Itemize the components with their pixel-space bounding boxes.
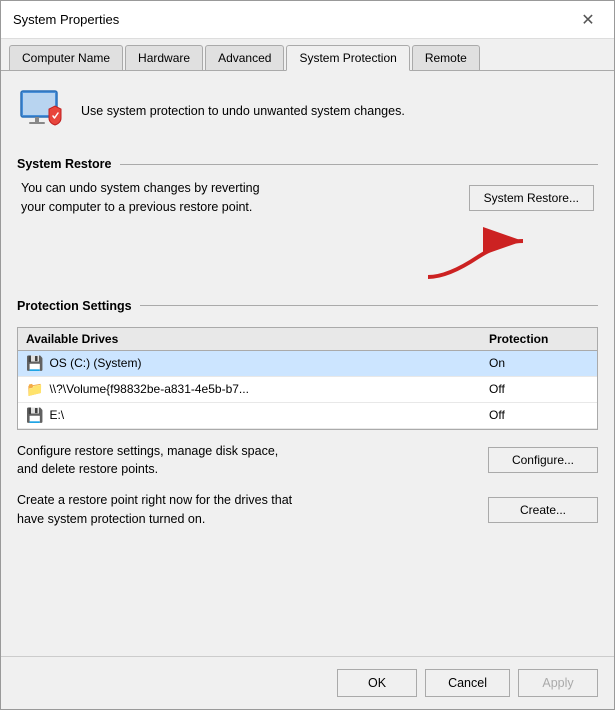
ok-button[interactable]: OK [337,669,417,697]
col-header-drives: Available Drives [26,332,489,346]
arrow-icon [418,227,538,287]
configure-row: Configure restore settings, manage disk … [17,442,598,480]
drive-protection-1: Off [489,382,589,396]
window-title: System Properties [13,12,119,27]
drives-table: Available Drives Protection 💾 OS (C:) (S… [17,327,598,430]
table-row[interactable]: 💾 E:\ Off [18,403,597,429]
system-restore-description: You can undo system changes by reverting… [21,179,457,217]
close-button[interactable]: ✕ [574,6,602,34]
drive-name-2: 💾 E:\ [26,407,489,424]
create-row: Create a restore point right now for the… [17,491,598,529]
system-restore-header: System Restore [17,157,598,171]
footer: OK Cancel Apply [1,656,614,709]
arrow-area [17,227,598,287]
tab-hardware[interactable]: Hardware [125,45,203,70]
protection-settings-title: Protection Settings [17,299,132,313]
drive-protection-2: Off [489,408,589,422]
table-header: Available Drives Protection [18,328,597,351]
configure-button[interactable]: Configure... [488,447,598,473]
cancel-button[interactable]: Cancel [425,669,510,697]
title-bar: System Properties ✕ [1,1,614,39]
tab-bar: Computer Name Hardware Advanced System P… [1,39,614,71]
info-text: Use system protection to undo unwanted s… [81,102,405,121]
drive-icon-0: 💾 [26,355,43,372]
create-button[interactable]: Create... [488,497,598,523]
protection-settings-section: Protection Settings Available Drives Pro… [17,299,598,529]
tab-computer-name[interactable]: Computer Name [9,45,123,70]
system-restore-box: You can undo system changes by reverting… [17,177,598,219]
content-area: Use system protection to undo unwanted s… [1,71,614,656]
tab-remote[interactable]: Remote [412,45,480,70]
section-divider [120,164,599,165]
tab-advanced[interactable]: Advanced [205,45,284,70]
drive-name-0: 💾 OS (C:) (System) [26,355,489,372]
drive-icon-2: 💾 [26,407,43,424]
drive-protection-0: On [489,356,589,370]
create-description: Create a restore point right now for the… [17,491,478,529]
info-section: Use system protection to undo unwanted s… [17,85,598,145]
protection-settings-header: Protection Settings [17,299,598,313]
col-header-protection: Protection [489,332,589,346]
drive-name-1: 📁 \\?\Volume{f98832be-a831-4e5b-b7... [26,381,489,398]
section-divider-2 [140,305,598,306]
configure-description: Configure restore settings, manage disk … [17,442,478,480]
table-row[interactable]: 💾 OS (C:) (System) On [18,351,597,377]
system-restore-section: System Restore You can undo system chang… [17,157,598,219]
system-restore-title: System Restore [17,157,112,171]
system-protection-icon [17,85,69,137]
table-row[interactable]: 📁 \\?\Volume{f98832be-a831-4e5b-b7... Of… [18,377,597,403]
system-properties-window: System Properties ✕ Computer Name Hardwa… [0,0,615,710]
tab-system-protection[interactable]: System Protection [286,45,409,71]
system-restore-button[interactable]: System Restore... [469,185,594,211]
drive-icon-1: 📁 [26,381,43,398]
apply-button[interactable]: Apply [518,669,598,697]
